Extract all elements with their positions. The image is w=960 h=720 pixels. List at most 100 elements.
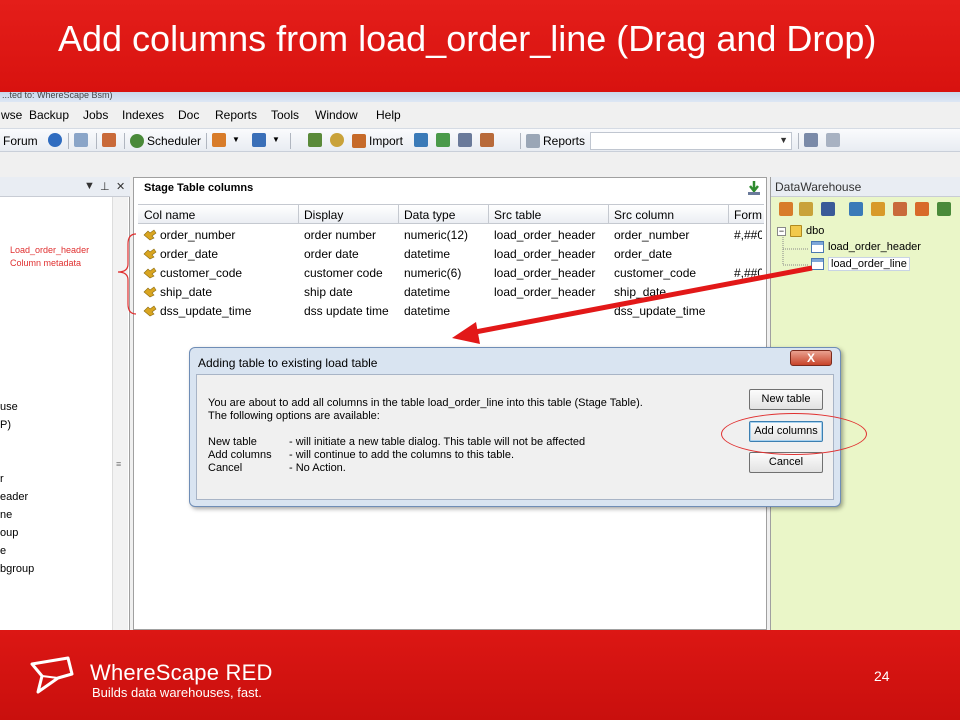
column-header[interactable]: Src table: [494, 208, 541, 222]
refresh-icon[interactable]: [779, 202, 793, 216]
menu-indexes[interactable]: Indexes: [122, 108, 164, 122]
grid-icon[interactable]: [849, 202, 863, 216]
menu-help[interactable]: Help: [376, 108, 401, 122]
tree-icon[interactable]: [937, 202, 951, 216]
highlight-ellipse: [721, 413, 867, 455]
cell-display: order number: [304, 228, 377, 242]
slide-title: Add columns from load_order_line (Drag a…: [58, 18, 877, 59]
dialog-message: You are about to add all columns in the …: [208, 397, 643, 409]
pen-icon[interactable]: [804, 133, 818, 147]
cell-data-type: datetime: [404, 304, 451, 318]
toolbar-separator: [290, 133, 291, 149]
tree-node-table[interactable]: load_order_header: [811, 241, 921, 253]
cell-display: order date: [304, 247, 359, 261]
table-row[interactable]: order_date order date datetime load_orde…: [138, 245, 764, 264]
dialog-message: The following options are available:: [208, 410, 380, 422]
cell-src-column: customer_code: [614, 266, 697, 280]
left-tree-item[interactable]: r: [0, 473, 4, 485]
layers-icon[interactable]: [458, 133, 472, 147]
cell-col-name: customer_code: [160, 266, 243, 280]
edit-icon[interactable]: [308, 133, 322, 147]
scheduler-icon: [130, 134, 144, 148]
left-tree-item[interactable]: eader: [0, 491, 28, 503]
reports-icon: [526, 134, 540, 148]
print-icon[interactable]: [74, 133, 88, 147]
toolbar-separator: [96, 133, 97, 149]
column-divider[interactable]: [488, 205, 489, 223]
left-tree-item[interactable]: use: [0, 401, 18, 413]
refresh-icon[interactable]: [212, 133, 226, 147]
grid-icon[interactable]: [414, 133, 428, 147]
column-header[interactable]: Src column: [614, 208, 674, 222]
column-divider[interactable]: [398, 205, 399, 223]
column-header[interactable]: Form: [734, 208, 762, 222]
chevron-down-icon: ▼: [779, 135, 788, 145]
tools-icon[interactable]: [480, 133, 494, 147]
left-tree-item[interactable]: P): [0, 419, 11, 431]
left-tree-item[interactable]: e: [0, 545, 6, 557]
menu-reports[interactable]: Reports: [215, 108, 257, 122]
pin-icon[interactable]: ⊥: [100, 180, 110, 193]
column-key-icon: [143, 286, 157, 298]
wizard-icon[interactable]: [102, 133, 116, 147]
left-tree-item[interactable]: bgroup: [0, 563, 34, 575]
column-divider[interactable]: [298, 205, 299, 223]
close-button[interactable]: X: [790, 350, 832, 366]
column-key-icon: [143, 305, 157, 317]
menu-browse[interactable]: wse: [1, 108, 22, 122]
tools-icon[interactable]: [871, 202, 885, 216]
cell-src-column: order_number: [614, 228, 690, 242]
dropdown-arrow-icon[interactable]: ▼: [272, 135, 280, 144]
scheduler-button[interactable]: Scheduler: [130, 133, 201, 149]
table-row[interactable]: dss_update_time dss update time datetime…: [138, 302, 764, 321]
menu-doc[interactable]: Doc: [178, 108, 199, 122]
reports-dropdown[interactable]: ▼: [590, 132, 792, 150]
folder-icon[interactable]: [799, 202, 813, 216]
dialog-title: Adding table to existing load table: [198, 356, 378, 370]
cell-col-name: ship_date: [160, 285, 213, 299]
option-name: Add columns: [208, 449, 272, 461]
window-title-strip: ...ted to: WhereScape Bsm): [0, 92, 960, 102]
column-header[interactable]: Data type: [404, 208, 455, 222]
new-table-button[interactable]: New table: [749, 389, 823, 410]
cross-icon[interactable]: [915, 202, 929, 216]
left-tree-item[interactable]: ne: [0, 509, 12, 521]
annotation-line: Load_order_header: [10, 245, 90, 255]
cross-icon[interactable]: [893, 202, 907, 216]
column-divider[interactable]: [728, 205, 729, 223]
column-header[interactable]: Display: [304, 208, 343, 222]
reports-label-button[interactable]: Reports: [526, 133, 585, 149]
chevron-down-icon[interactable]: ▼: [84, 180, 95, 192]
column-key-icon: [143, 267, 157, 279]
search-icon[interactable]: [330, 133, 344, 147]
forum-button[interactable]: Forum: [3, 133, 38, 149]
help-icon[interactable]: [48, 133, 62, 147]
download-arrow-icon[interactable]: [746, 180, 762, 196]
logo-text: WhereScape RED: [90, 660, 273, 685]
close-icon[interactable]: ✕: [116, 180, 125, 193]
save-icon[interactable]: [821, 202, 835, 216]
cell-data-type: datetime: [404, 285, 451, 299]
column-divider[interactable]: [608, 205, 609, 223]
menu-window[interactable]: Window: [315, 108, 358, 122]
option-description: - will initiate a new table dialog. This…: [289, 436, 586, 448]
menu-jobs[interactable]: Jobs: [83, 108, 108, 122]
menu-tools[interactable]: Tools: [271, 108, 299, 122]
left-tree-item[interactable]: oup: [0, 527, 18, 539]
dropdown-arrow-icon[interactable]: ▼: [232, 135, 240, 144]
stage-panel-title: Stage Table columns: [144, 182, 254, 194]
column-key-icon: [143, 229, 157, 241]
book-icon[interactable]: [826, 133, 840, 147]
table-row[interactable]: order_number order number numeric(12) lo…: [138, 226, 764, 245]
table-row[interactable]: ship_date ship date datetime load_order_…: [138, 283, 764, 302]
check-icon[interactable]: [436, 133, 450, 147]
link-icon[interactable]: [252, 133, 266, 147]
datawarehouse-title: DataWarehouse: [775, 180, 862, 194]
table-row[interactable]: customer_code customer code numeric(6) l…: [138, 264, 764, 283]
menu-backup[interactable]: Backup: [29, 108, 69, 122]
tree-node-table-selected[interactable]: load_order_line: [811, 257, 910, 271]
import-button[interactable]: Import: [352, 133, 403, 149]
cell-format: #,##0: [734, 228, 762, 242]
column-header[interactable]: Col name: [144, 208, 195, 222]
cancel-button[interactable]: Cancel: [749, 452, 823, 473]
